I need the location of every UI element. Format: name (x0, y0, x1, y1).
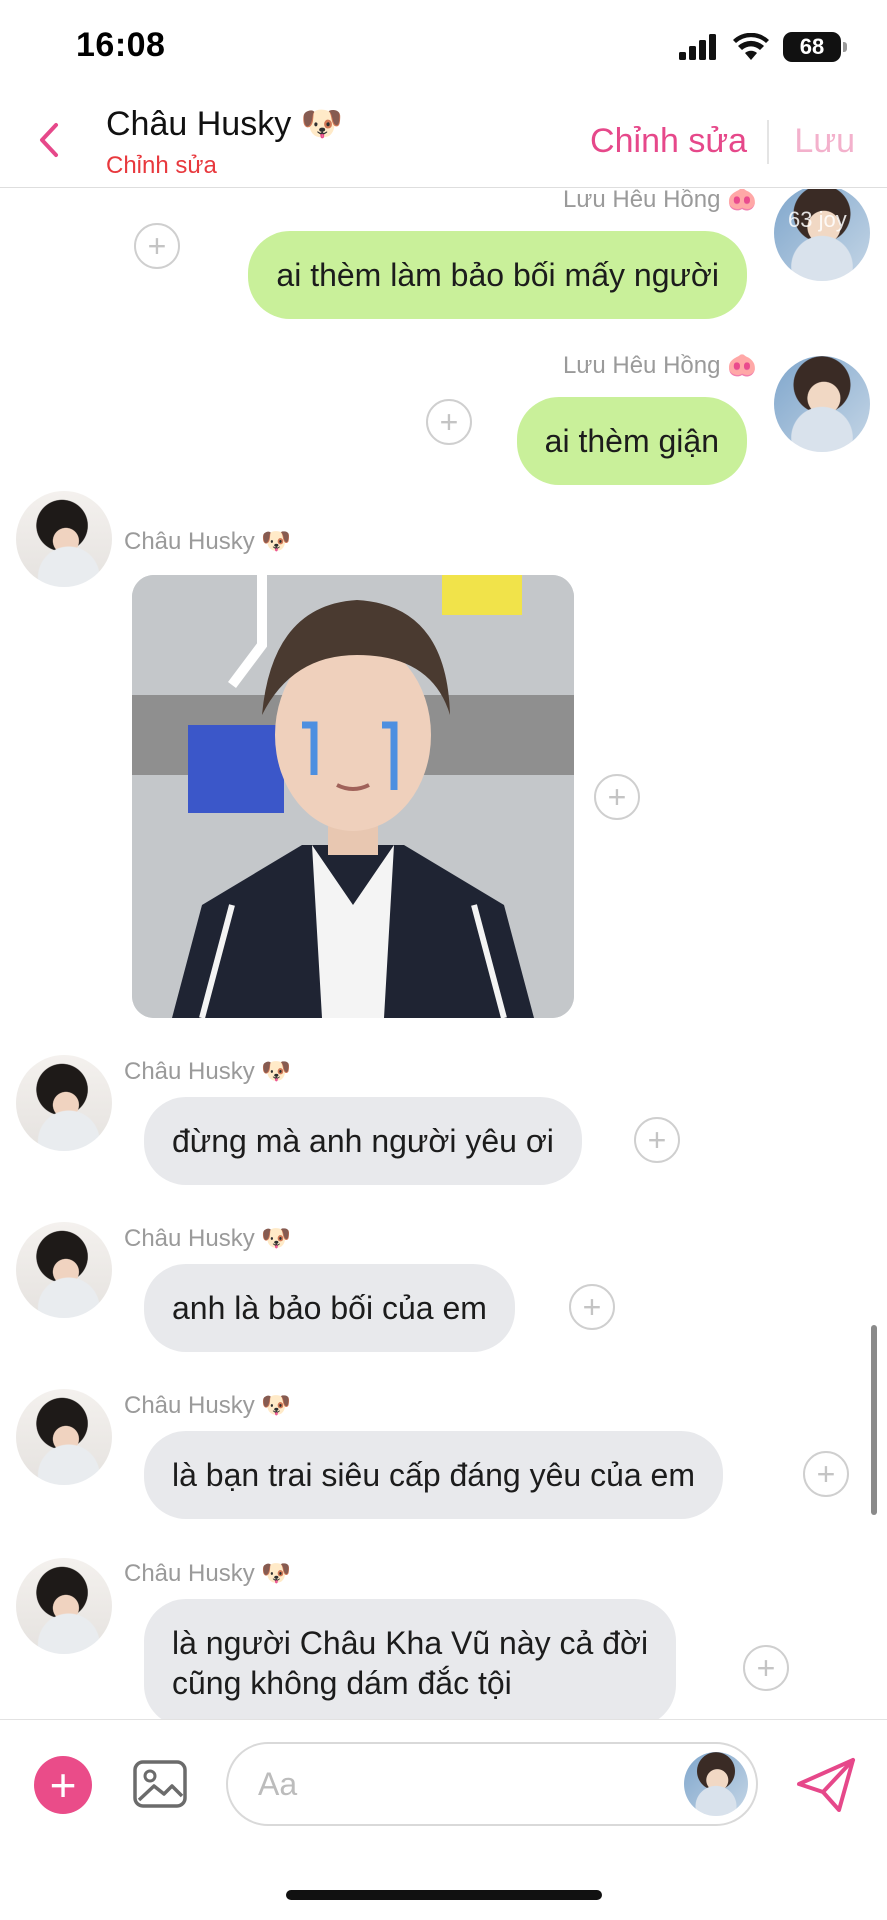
message-sender: Châu Husky 🐶 (124, 1225, 292, 1252)
image-button[interactable] (132, 1756, 188, 1812)
photo-image (132, 575, 574, 1018)
avatar[interactable]: 63 joy (774, 189, 870, 281)
message-line: cũng không dám đắc tội (172, 1665, 512, 1701)
chevron-left-icon (40, 123, 58, 157)
header-divider (767, 120, 769, 164)
plus-icon: + (647, 1122, 667, 1158)
back-button[interactable] (32, 118, 66, 162)
message-input-placeholder: Aa (258, 1766, 298, 1802)
react-button[interactable]: + (426, 399, 472, 445)
message-sender: Châu Husky 🐶 (124, 528, 292, 555)
message-sender: Châu Husky 🐶 (124, 1392, 292, 1419)
react-button[interactable]: + (743, 1645, 789, 1691)
chat-title: Châu Husky 🐶 (106, 105, 343, 143)
cellular-signal-icon (679, 34, 716, 60)
plus-icon: + (439, 404, 459, 440)
composer-bar: + Aa (0, 1719, 887, 1859)
status-icons: 68 (679, 32, 847, 62)
message-sender: Lưu Hêu Hồng 🐽 (562, 352, 757, 379)
message-input[interactable]: Aa (226, 1742, 758, 1826)
avatar[interactable] (16, 1558, 112, 1654)
send-button[interactable] (795, 1756, 857, 1814)
message-bubble[interactable]: ai thèm làm bảo bối mấy người (248, 231, 747, 319)
plus-icon: + (147, 228, 167, 264)
message-bubble[interactable]: là bạn trai siêu cấp đáng yêu của em (144, 1431, 723, 1519)
avatar[interactable] (16, 1222, 112, 1318)
message-bubble[interactable]: anh là bảo bối của em (144, 1264, 515, 1352)
plus-circle-icon: + (49, 1759, 77, 1811)
chat-subtitle: Chỉnh sửa (106, 152, 217, 179)
status-time: 16:08 (76, 26, 166, 64)
react-button[interactable]: + (803, 1451, 849, 1497)
plus-icon: + (582, 1289, 602, 1325)
home-indicator (286, 1890, 602, 1900)
message-sender: Châu Husky 🐶 (124, 1058, 292, 1085)
message-bubble[interactable]: đừng mà anh người yêu ơi (144, 1097, 582, 1185)
input-avatar[interactable] (684, 1752, 748, 1816)
add-button[interactable]: + (34, 1756, 92, 1814)
message-line: là người Châu Kha Vũ này cả đời (172, 1625, 649, 1661)
avatar-overlay-text: 63 joy (788, 207, 847, 232)
message-bubble[interactable]: ai thèm giận (516, 397, 747, 485)
image-icon (133, 1760, 187, 1808)
plus-icon: + (756, 1650, 776, 1686)
react-button[interactable]: + (134, 223, 180, 269)
react-button[interactable]: + (594, 774, 640, 820)
battery-icon: 68 (783, 32, 847, 62)
message-photo[interactable] (132, 575, 574, 1018)
react-button[interactable]: + (569, 1284, 615, 1330)
message-list[interactable]: Lưu Hêu Hồng 🐽 63 joy + ai thèm làm bảo … (0, 189, 887, 1719)
message-sender: Châu Husky 🐶 (124, 1560, 292, 1587)
avatar[interactable] (16, 1389, 112, 1485)
save-button[interactable]: Lưu (794, 122, 855, 161)
message-bubble[interactable]: là người Châu Kha Vũ này cả đời cũng khô… (144, 1599, 677, 1719)
plus-icon: + (607, 779, 627, 815)
avatar[interactable] (16, 491, 112, 587)
send-icon (797, 1758, 855, 1812)
wifi-icon (733, 33, 769, 60)
message-sender: Lưu Hêu Hồng 🐽 (562, 189, 757, 213)
avatar[interactable] (774, 356, 870, 452)
plus-icon: + (816, 1456, 836, 1492)
scrollbar[interactable] (871, 1325, 877, 1515)
avatar[interactable] (16, 1055, 112, 1151)
status-bar: 16:08 68 (0, 0, 887, 96)
edit-button[interactable]: Chỉnh sửa (590, 122, 747, 161)
chat-header: Châu Husky 🐶 Chỉnh sửa Chỉnh sửa Lưu (0, 96, 887, 188)
react-button[interactable]: + (634, 1117, 680, 1163)
